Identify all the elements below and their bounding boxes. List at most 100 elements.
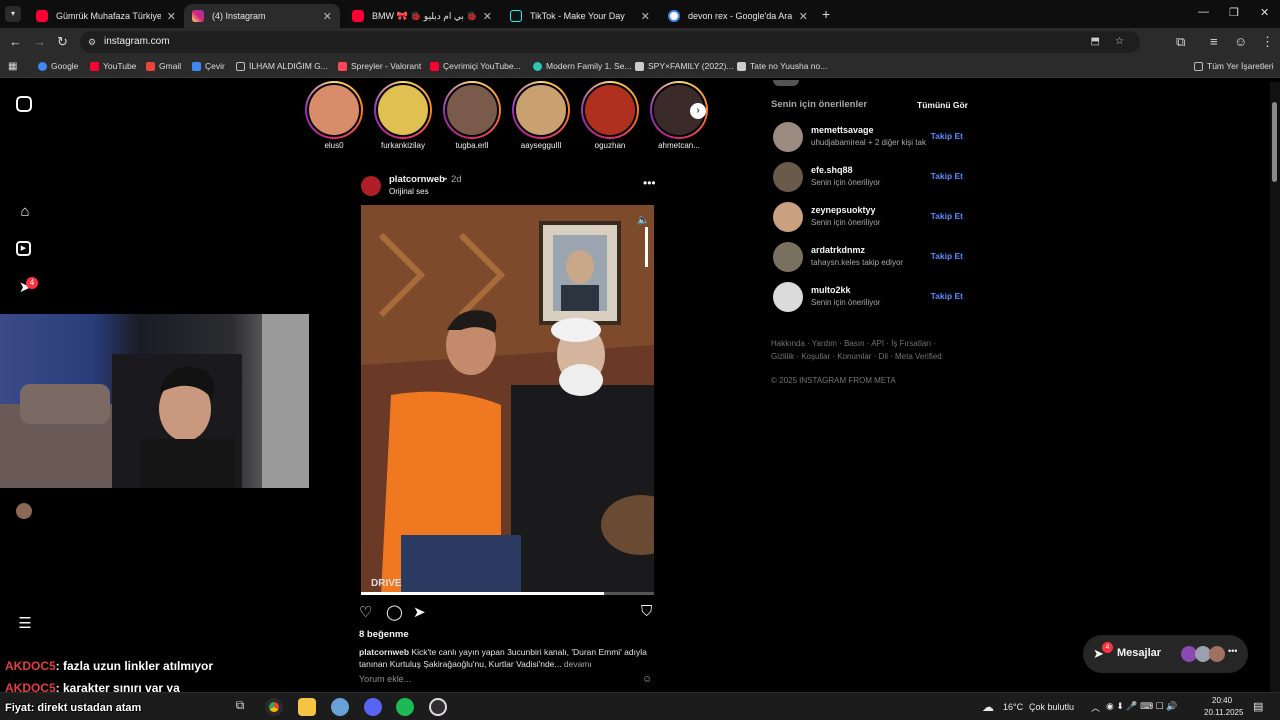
profile-avatar[interactable] [16, 503, 32, 519]
close-icon[interactable]: ✕ [323, 10, 332, 23]
back-icon[interactable]: ← [9, 34, 22, 49]
tab-google[interactable]: devon rex - Google'da Ara ✕ [660, 4, 816, 28]
close-window-button[interactable]: ✕ [1260, 6, 1269, 19]
tray-icons[interactable]: ◉ ⬇ 🎤 ⌨ ☐ 🔊 [1106, 701, 1177, 712]
stories-next-button[interactable]: › [690, 103, 706, 119]
bookmark-valorant[interactable]: Spreyler - Valorant [338, 61, 421, 71]
bookmark-youtube[interactable]: YouTube [90, 61, 136, 71]
footer-links[interactable]: Hakkında · Yardım · Basın · API · İş Fır… [771, 337, 961, 363]
post-audio[interactable]: Orijinal ses [389, 187, 429, 196]
install-app-icon[interactable]: ⬒ [1091, 31, 1100, 53]
follow-button[interactable]: Takip Et [931, 251, 963, 261]
maximize-button[interactable]: ❐ [1229, 6, 1239, 19]
suggestion-username[interactable]: zeynepsuoktyy [811, 205, 876, 215]
see-all-link[interactable]: Tümünü Gör [917, 100, 968, 110]
follow-button[interactable]: Takip Et [931, 131, 963, 141]
weather-temp[interactable]: 16°C [1003, 702, 1023, 712]
story-item[interactable]: tugba.erll [443, 81, 501, 150]
star-icon[interactable]: ☆ [1115, 31, 1124, 53]
tab-tiktok[interactable]: TikTok - Make Your Day ✕ [502, 4, 658, 28]
clock-time[interactable]: 20:40 [1212, 696, 1232, 705]
tab-instagram[interactable]: (4) Instagram ✕ [184, 4, 340, 28]
follow-button[interactable]: Takip Et [931, 211, 963, 221]
avatar[interactable] [773, 282, 803, 312]
bookmark-tate[interactable]: Tate no Yuusha no... [737, 61, 827, 71]
avatar[interactable] [773, 242, 803, 272]
new-tab-button[interactable]: + [822, 6, 830, 22]
suggestion-username[interactable]: efe.shq88 [811, 165, 853, 175]
save-icon[interactable]: ⛉ [641, 603, 652, 620]
caption-author[interactable]: platcornweb [359, 647, 409, 657]
story-item[interactable]: elus0 [305, 81, 363, 150]
post-video[interactable]: 🔈 DRIVE [361, 205, 654, 595]
avatar[interactable] [773, 162, 803, 192]
notifications-icon[interactable]: ▤ [1253, 700, 1263, 713]
scrollbar-thumb[interactable] [1272, 102, 1277, 182]
url-field[interactable]: ⚙ instagram.com ⬒ ☆ [80, 31, 1140, 53]
forward-icon[interactable]: → [33, 34, 46, 49]
more-menu-icon[interactable]: ☰ [16, 615, 34, 633]
extensions-icon[interactable]: ⧉ [1176, 34, 1185, 50]
menu-icon[interactable]: ⋮ [1261, 34, 1274, 50]
follow-button[interactable]: Takip Et [931, 171, 963, 181]
chrome-icon[interactable] [265, 698, 283, 716]
tray-chevron-icon[interactable]: ︿ [1091, 701, 1100, 714]
comment-icon[interactable]: ◯ [386, 603, 403, 621]
bookmark-youtube-online[interactable]: Çevrimiçi YouTube... [430, 61, 521, 71]
like-icon[interactable]: ♡ [359, 603, 372, 621]
file-explorer-icon[interactable] [298, 698, 316, 716]
bookmark-modern-family[interactable]: Modern Family 1. Se... [533, 61, 632, 71]
mute-icon[interactable]: 🔈 [637, 215, 649, 226]
home-icon[interactable]: ⌂ [16, 203, 34, 221]
suggestion-subtitle: Senin için öneriliyor [811, 298, 881, 307]
close-icon[interactable]: ✕ [641, 10, 650, 23]
like-count[interactable]: 8 beğenme [359, 629, 409, 640]
tab-gumruk[interactable]: Gümrük Muhafaza Türkiye 24. B ✕ [28, 4, 184, 28]
post-author-avatar[interactable] [361, 176, 381, 196]
media-icon[interactable]: ≡ [1210, 34, 1218, 49]
avatar[interactable] [773, 122, 803, 152]
close-icon[interactable]: ✕ [167, 10, 176, 23]
spotify-icon[interactable] [396, 698, 414, 716]
reels-icon[interactable]: ▶ [16, 241, 31, 256]
bookmark-spy-family[interactable]: SPY×FAMILY (2022)... [635, 61, 733, 71]
all-bookmarks[interactable]: Tüm Yer İşaretleri [1194, 61, 1274, 71]
suggestion-username[interactable]: multo2kk [811, 285, 851, 295]
story-item[interactable]: oguzhan [581, 81, 639, 150]
bookmark-gmail[interactable]: Gmail [146, 61, 181, 71]
comment-input[interactable]: Yorum ekle... [359, 674, 411, 684]
page-scrollbar[interactable] [1270, 82, 1280, 692]
post-author-name[interactable]: platcornweb [389, 174, 445, 185]
video-progress-bar[interactable] [361, 592, 654, 595]
suggestion-username[interactable]: ardatrkdnmz [811, 245, 865, 255]
suggestion-username[interactable]: memettsavage [811, 125, 874, 135]
close-icon[interactable]: ✕ [483, 10, 492, 23]
caption-more-link[interactable]: devamı [564, 659, 592, 669]
follow-button[interactable]: Takip Et [931, 291, 963, 301]
tab-search-button[interactable]: ▾ [5, 6, 21, 22]
reload-icon[interactable]: ↻ [57, 34, 68, 50]
bookmark-folder-ilham[interactable]: İLHAM ALDIĞIM G... [236, 61, 328, 71]
post-options-icon[interactable]: ••• [643, 176, 656, 190]
messages-button[interactable]: ➤ 4 Mesajlar ••• [1083, 635, 1248, 673]
profile-icon[interactable]: ☺ [1234, 34, 1247, 49]
obs-icon[interactable] [429, 698, 447, 716]
close-icon[interactable]: ✕ [799, 10, 808, 23]
site-info-icon[interactable]: ⚙ [88, 31, 96, 53]
story-item[interactable]: aaysegguIll [512, 81, 570, 150]
share-icon[interactable]: ➤ [413, 603, 426, 621]
clock-date[interactable]: 20.11.2025 [1204, 708, 1243, 717]
story-item[interactable]: furkankizilay [374, 81, 432, 150]
task-view-icon[interactable]: ⧉ [231, 698, 249, 716]
apps-icon[interactable]: ▦ [8, 61, 17, 72]
avatar[interactable] [773, 202, 803, 232]
bookmark-cevir[interactable]: Çevir [192, 61, 225, 71]
tab-bmw[interactable]: BMW 🎀 🐞 بي ام دبليو 🐞🎀 #bm ✕ [344, 4, 500, 28]
weather-desc[interactable]: Çok bulutlu [1029, 702, 1074, 712]
minimize-button[interactable]: — [1198, 6, 1209, 18]
instagram-logo-icon[interactable] [16, 96, 32, 112]
app-icon[interactable] [331, 698, 349, 716]
emoji-icon[interactable]: ☺ [642, 674, 652, 685]
bookmark-google[interactable]: Google [38, 61, 78, 71]
discord-icon[interactable] [364, 698, 382, 716]
